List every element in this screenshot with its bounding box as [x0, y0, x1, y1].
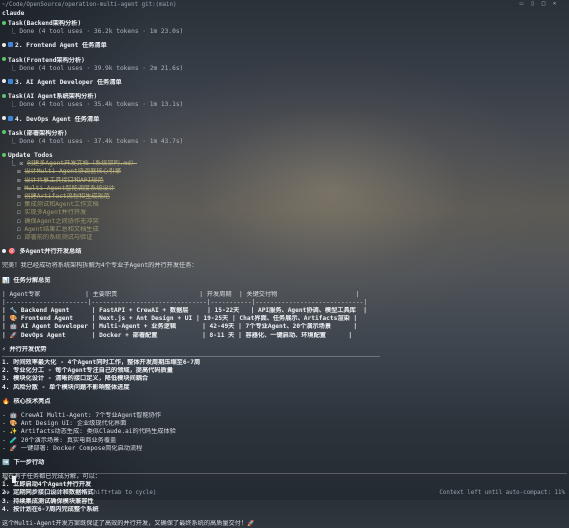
task-result: Done (4 tool uses · 36.2k tokens · 1m 23… [19, 28, 184, 36]
terminal-output: Task(Backend架构分析) ⎿ Done (4 tool uses · … [2, 20, 562, 528]
app-title: claude [2, 10, 25, 17]
list-item: 4. 风险分散 - 单个模块问题不影响整体进度 [2, 383, 130, 391]
todo-item: Multi-Agent智能调度系统设计 [24, 184, 115, 192]
summary-intro: 完美！我已经成功将系统架构拆解为4个专业子Agent的并行开发任务： [2, 262, 198, 270]
checkbox-icon [8, 115, 13, 121]
todo-item: 设计Multi-Agent协调器核心引擎 [24, 168, 122, 176]
todo-item: 创建多Agent开发文档（系统架构.md） [26, 160, 138, 168]
checkbox-icon [8, 78, 13, 84]
task-result: Done (4 tool uses · 37.4k tokens · 1m 43… [19, 137, 184, 145]
bullet-dot-icon [2, 116, 6, 120]
section-heading: 4. DevOps Agent 任务清单 [15, 115, 100, 123]
bullet-dot-icon [2, 79, 6, 84]
task-title: Task(部署架构分析) [8, 129, 68, 137]
todo-item: 设计共享工具接口和API规范 [24, 176, 104, 184]
todo-item: 实现多Agent并行开发 [24, 209, 87, 217]
table-row: | 🔧 Backend Agent | FastAPI + CrewAI + 数… [2, 307, 368, 315]
list-item: 2. 专业化分工 - 每个Agent专注自己的领域，提高代码质量 [2, 367, 173, 375]
todos-title: Update Todos [8, 152, 53, 160]
maximize-icon[interactable]: □ [540, 1, 547, 7]
done-dot-icon [2, 93, 6, 98]
cwd-path: ~/Code/OpenSource/operation-multi-agent … [2, 2, 177, 8]
todo-item: 确保Agent之间协作无冲突 [24, 217, 99, 225]
auto-accept-status[interactable]: ⏵⏵ auto-accept edits on (shift+tab to cy… [4, 489, 156, 497]
arrow-icon: ➡️ [2, 458, 14, 466]
checkbox-icon [8, 42, 13, 48]
context-status: Context left until auto-compact: 11% [439, 490, 565, 496]
text-cursor [12, 476, 16, 483]
title-bar: ~/Code/OpenSource/operation-multi-agent … [0, 0, 569, 9]
table-row: | 🤖 AI Agent Developer | Multi-Agent + 业… [2, 323, 358, 331]
list-item: - ✨ Artifacts动态生成: 类似Claude.ai的代码生成体验 [2, 428, 176, 436]
task-result: Done (4 tool uses · 35.4k tokens · 1m 13… [19, 101, 184, 109]
task-title: Task(AI Agent系统架构分析) [8, 93, 98, 101]
chart-icon: 📊 [2, 276, 14, 284]
table-heading: 任务分解总览 [13, 276, 51, 284]
section-heading: 2. Frontend Agent 任务清单 [15, 42, 107, 50]
list-item: 3. 持续集成测试确保模块兼容性 [2, 497, 94, 505]
done-dot-icon [2, 57, 6, 62]
prompt-caret: > [4, 476, 8, 483]
bullet-dot-icon [2, 42, 6, 47]
todo-item: 创建Artifact流程和生成规范 [24, 193, 110, 200]
todo-item: Agent结果汇总和文档生成 [24, 225, 99, 233]
split-vertical-icon[interactable]: ▯ [529, 1, 536, 7]
table-row: | 🎨 Frontend Agent | Next.js + Ant Desig… [2, 315, 358, 323]
section-heading: 3. AI Agent Developer 任务清单 [15, 78, 122, 86]
advantages-heading: 并行开发优势 [9, 345, 47, 353]
fire-icon: 🔥 [2, 397, 14, 405]
next-heading: 下一步行动 [13, 458, 45, 466]
bullet-dot-icon [2, 248, 6, 253]
summary-heading: 多Agent并行开发总结 [19, 248, 82, 256]
table-row: | 🚀 DevOps Agent | Docker + 部署配置 | 8-11 … [2, 331, 353, 339]
list-item: - 🤖 CrewAI Multi-Agent: 7个专业Agent智能协作 [2, 411, 162, 419]
tech-heading: 核心技术亮点 [13, 397, 51, 405]
task-title: Task(Backend架构分析) [8, 20, 82, 27]
list-item: 3. 模块化设计 - 清晰的接口定义，降低模块间耦合 [2, 375, 149, 383]
prompt-input[interactable]: > [2, 473, 567, 486]
target-icon: 🎯 [8, 248, 20, 256]
table-header: | Agent专家 | 主要职责 | 开发周期 | 关键交付物 | [2, 290, 360, 298]
list-item: - 🎨 Ant Design UI: 企业级现代化界面 [2, 420, 127, 428]
done-dot-icon [2, 20, 6, 25]
task-title: Task(Frontend架构分析) [8, 56, 85, 64]
todo-item: 部署前的系统测试与验证 [24, 233, 93, 241]
done-dot-icon [2, 130, 6, 135]
list-item: - 🚀 一键部署: Docker Compose简化启动流程 [2, 444, 143, 452]
status-bar: ⏵⏵ auto-accept edits on (shift+tab to cy… [4, 489, 565, 498]
divider [2, 356, 380, 357]
list-item: 4. 按计划在6-7周内完成整个系统 [2, 505, 99, 513]
task-result: Done (4 tool uses · 39.9k tokens · 2m 21… [19, 64, 184, 72]
table-separator: |----------------------|----------------… [2, 298, 368, 306]
list-item: - 🧪 20个演示场景: 真实电商业务覆盖 [2, 436, 117, 444]
todo-item: 集成测试和Agent工作文档 [24, 201, 99, 209]
done-dot-icon [2, 152, 6, 157]
closing-text: 这个Multi-Agent开发方案既保证了高效的并行开发，又确保了最终系统的高质… [2, 520, 255, 527]
close-icon[interactable]: ✕ [551, 1, 558, 7]
list-item: 1. 时间效率最大化 - 4个Agent同时工作，整体开发周期压缩至6-7周 [2, 359, 201, 366]
split-pane-icon[interactable]: ▭ [518, 1, 525, 7]
